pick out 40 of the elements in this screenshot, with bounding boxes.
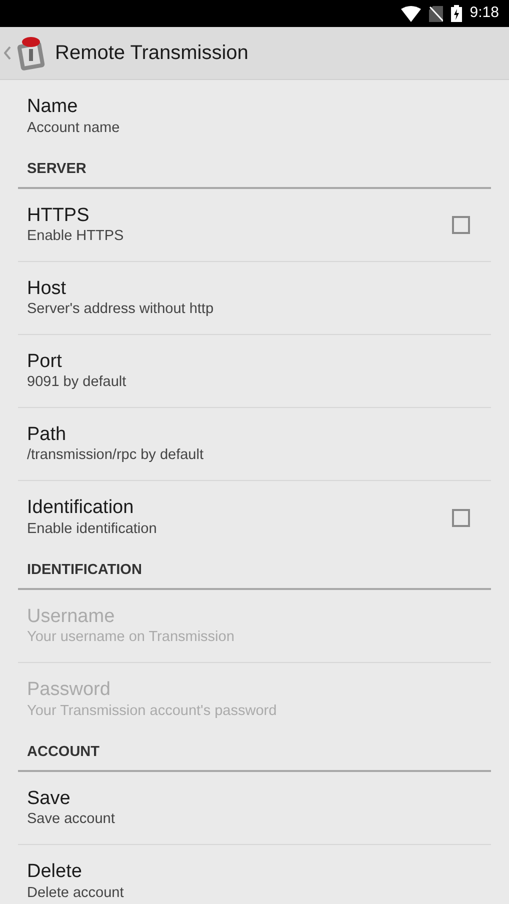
- status-time: 9:18: [470, 3, 499, 24]
- wifi-icon: [400, 6, 421, 22]
- preference-summary: Enable HTTPS: [27, 227, 124, 246]
- preference-summary: Server's address without http: [27, 300, 214, 320]
- preference-summary: Your username on Transmission: [27, 628, 234, 648]
- preference-item[interactable]: HTTPS Enable HTTPS: [18, 189, 491, 262]
- preference-summary: Your Transmission account's password: [27, 702, 277, 721]
- checkbox[interactable]: [452, 508, 470, 526]
- preference-title: HTTPS: [27, 204, 90, 228]
- preference-title: Name: [27, 95, 79, 119]
- preference-title: Port: [27, 350, 63, 374]
- preference-title: Host: [27, 276, 68, 300]
- app-title: Remote Transmission: [55, 41, 248, 66]
- preference-item[interactable]: Path /transmission/rpc by default: [18, 408, 491, 481]
- preference-item[interactable]: Delete Delete account: [18, 845, 491, 904]
- preference-item[interactable]: Name Account name: [18, 80, 491, 153]
- preference-title: Password: [27, 678, 112, 702]
- preference-title: Path: [27, 422, 68, 446]
- app-logo-icon: [15, 35, 47, 71]
- preference-item[interactable]: Save Save account: [18, 772, 491, 845]
- preference-summary: /transmission/rpc by default: [27, 446, 204, 466]
- preference-summary: Save account: [27, 810, 115, 830]
- category-header: SERVER: [27, 160, 86, 180]
- no-sim-icon: [428, 6, 443, 22]
- preference-title: Username: [27, 604, 116, 628]
- preference-item[interactable]: Port 9091 by default: [18, 335, 491, 408]
- category-header: ACCOUNT: [27, 743, 100, 762]
- preference-summary: Delete account: [27, 884, 124, 903]
- preference-title: Delete: [27, 860, 83, 884]
- back-icon: [4, 46, 11, 60]
- preference-item[interactable]: Identification Enable identification: [18, 481, 491, 554]
- preference-summary: Enable identification: [27, 520, 157, 539]
- preference-summary: Account name: [27, 118, 120, 138]
- category-header: IDENTIFICATION: [27, 561, 142, 580]
- preference-item[interactable]: Host Server's address without http: [18, 262, 491, 335]
- preference-title: Identification: [27, 496, 135, 520]
- checkbox[interactable]: [452, 216, 470, 234]
- battery-icon: [450, 5, 462, 22]
- preference-title: Save: [27, 786, 72, 810]
- preference-summary: 9091 by default: [27, 373, 126, 392]
